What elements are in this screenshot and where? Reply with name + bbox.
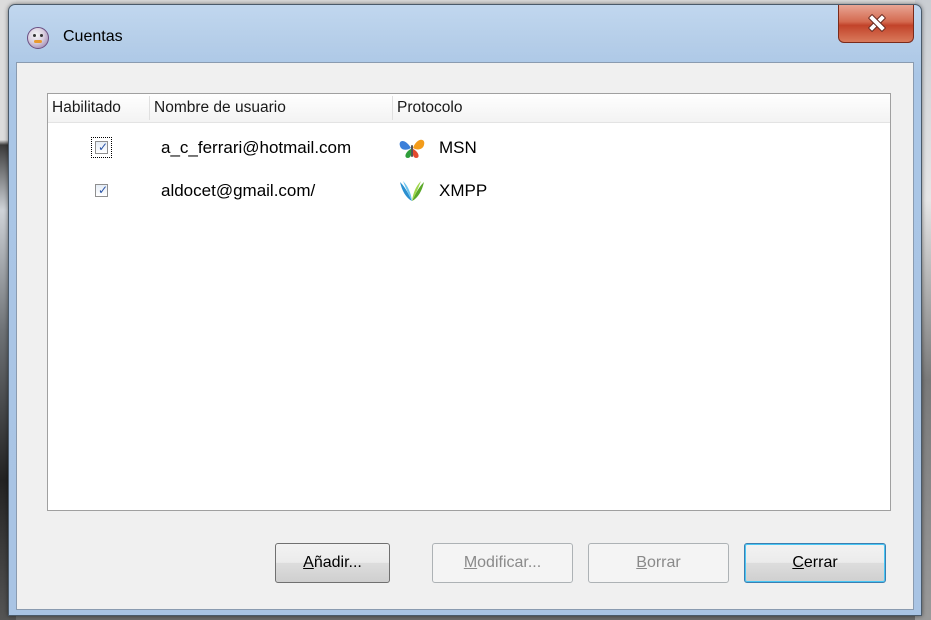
column-header-username[interactable]: Nombre de usuario — [154, 94, 286, 122]
title-bar[interactable]: Cuentas — [9, 5, 921, 67]
msn-butterfly-icon — [399, 139, 425, 158]
window-title: Cuentas — [63, 28, 123, 45]
checkmark-icon: ✓ — [98, 183, 109, 197]
dialog-content: Habilitado Nombre de usuario Protocolo ✓… — [16, 62, 914, 610]
pidgin-app-icon — [27, 27, 49, 49]
account-protocol: XMPP — [439, 181, 488, 200]
enabled-checkbox[interactable]: ✓ — [95, 183, 109, 197]
column-divider[interactable] — [149, 96, 150, 120]
account-username: aldocet@gmail.com/ — [161, 181, 316, 200]
accounts-list[interactable]: Habilitado Nombre de usuario Protocolo ✓… — [47, 93, 891, 511]
column-divider[interactable] — [392, 96, 393, 120]
enabled-checkbox[interactable]: ✓ — [91, 137, 112, 158]
button-label: odificar... — [477, 554, 542, 571]
mnemonic: C — [792, 554, 804, 571]
account-username: a_c_ferrari@hotmail.com — [161, 138, 352, 157]
list-item[interactable]: ✓ a_c_ferrari@hotmail.com MSN — [48, 130, 890, 166]
close-window-button[interactable] — [838, 5, 914, 43]
modify-account-button[interactable]: Modificar... — [432, 543, 573, 583]
mnemonic: B — [636, 554, 647, 571]
mnemonic: A — [303, 554, 314, 571]
close-button[interactable]: Cerrar — [744, 543, 886, 583]
button-label: errar — [803, 554, 838, 571]
add-account-button[interactable]: Añadir... — [275, 543, 390, 583]
checkmark-icon: ✓ — [98, 140, 109, 154]
mnemonic: M — [463, 554, 478, 571]
xmpp-icon — [400, 181, 424, 201]
column-header-enabled[interactable]: Habilitado — [52, 94, 121, 122]
column-header-protocol[interactable]: Protocolo — [397, 94, 462, 122]
account-protocol: MSN — [439, 138, 477, 157]
list-item[interactable]: ✓ aldocet@gmail.com/ XMPP — [48, 173, 890, 209]
accounts-dialog: Cuentas Habilitado Nombre de usuario Pro… — [8, 4, 922, 616]
delete-account-button[interactable]: Borrar — [588, 543, 729, 583]
button-label: ñadir... — [313, 554, 362, 571]
button-label: orrar — [646, 554, 681, 571]
list-header: Habilitado Nombre de usuario Protocolo — [48, 94, 890, 123]
